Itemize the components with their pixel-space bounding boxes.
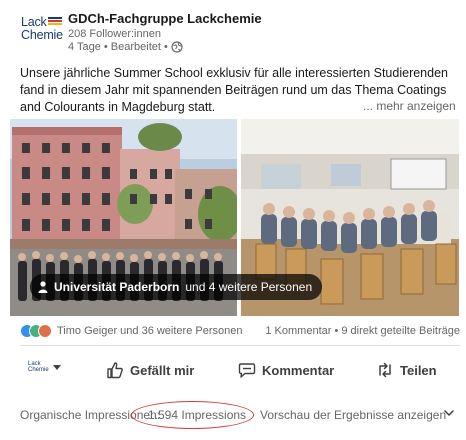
actor-switcher[interactable]: Lack Chemie	[28, 361, 61, 373]
social-counts: Timo Geiger und 36 weitere Personen 1 Ko…	[20, 323, 460, 341]
divider	[20, 345, 460, 346]
thumbs-up-icon	[107, 362, 123, 379]
post-meta-text: 4 Tage • Bearbeitet •	[68, 41, 168, 53]
actor-logo: Lack Chemie	[28, 361, 49, 373]
tag-rest: und 4 weitere Personen	[185, 280, 313, 294]
globe-icon	[171, 41, 183, 53]
logo-text-line1: Lack	[21, 15, 47, 29]
post-image-gallery[interactable]: Universität Paderborn und 4 weitere Pers…	[10, 119, 459, 316]
follower-count: 208 Follower:innen	[68, 28, 161, 40]
show-more-link[interactable]: ... mehr anzeigen	[363, 99, 456, 113]
engagement-link[interactable]: 1 Kommentar • 9 direkt geteilte Beiträge	[265, 325, 460, 337]
post-header: Lack Chemie GDCh-Fachgruppe Lackchemie 2…	[20, 9, 460, 55]
comment-label: Kommentar	[262, 362, 335, 378]
chevron-down-icon[interactable]	[444, 408, 454, 418]
logo-text-line2: Chemie	[21, 28, 63, 42]
impressions-row: Organische Impressionen: 1.594 Impressio…	[20, 401, 460, 429]
reaction-icons[interactable]	[20, 324, 54, 338]
like-button[interactable]: Gefällt mir	[106, 353, 194, 387]
comment-button[interactable]: Kommentar	[238, 353, 334, 387]
action-bar: Lack Chemie Gefällt mir Kommentar Teilen	[20, 353, 460, 387]
logo-stripes	[48, 17, 62, 27]
highlight-annotation	[131, 401, 254, 429]
share-button[interactable]: Teilen	[376, 353, 437, 387]
reactors-link[interactable]: Timo Geiger und 36 weitere Personen	[57, 325, 242, 337]
person-icon	[38, 281, 48, 293]
actor-logo-line2: Chemie	[28, 367, 49, 373]
photo-tag-pill[interactable]: Universität Paderborn und 4 weitere Pers…	[30, 274, 323, 300]
org-name-link[interactable]: GDCh-Fachgruppe Lackchemie	[68, 11, 262, 26]
preview-results-link[interactable]: Vorschau der Ergebnisse anzeigen	[260, 408, 446, 422]
tag-primary: Universität Paderborn	[54, 280, 180, 294]
org-logo[interactable]: Lack Chemie	[20, 12, 64, 48]
repost-icon	[379, 362, 391, 378]
comment-icon	[238, 363, 256, 378]
post-meta: 4 Tage • Bearbeitet •	[68, 41, 183, 53]
caret-down-icon	[52, 364, 61, 370]
love-reaction-icon	[38, 324, 52, 338]
share-label: Teilen	[400, 362, 437, 378]
like-label: Gefällt mir	[130, 362, 195, 378]
